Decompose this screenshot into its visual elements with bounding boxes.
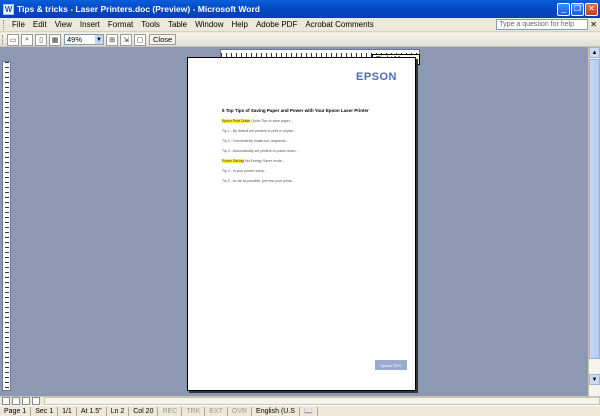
document-workspace: Right Margin EPSON 5 Top Tips of Saving … <box>0 47 600 396</box>
logo-text: EPSON <box>355 71 397 83</box>
doc-paragraph: Tip 1 - By default set printers to print… <box>222 129 400 134</box>
spelling-status-icon[interactable]: 📖 <box>300 406 318 416</box>
window-title: Tips & tricks - Laser Printers.doc (Prev… <box>17 4 260 14</box>
status-line: Ln 2 <box>107 406 130 416</box>
preview-page[interactable]: EPSON 5 Top Tips of Saving Paper and Pow… <box>187 57 416 391</box>
menu-tools[interactable]: Tools <box>137 20 164 29</box>
view-buttons-bar <box>0 396 600 405</box>
view-ruler-icon[interactable]: ⊞ <box>106 33 118 46</box>
minimize-button[interactable]: _ <box>557 2 570 16</box>
menu-table[interactable]: Table <box>164 20 191 29</box>
epson-logo: EPSON <box>356 71 397 83</box>
paragraph-text: Tip 3 - Automatically set printers to po… <box>222 149 299 153</box>
scroll-thumb[interactable] <box>589 59 600 359</box>
maximize-button[interactable]: ❐ <box>571 2 584 16</box>
menu-bar: File Edit View Insert Format Tools Table… <box>0 18 600 32</box>
word-app-icon: W <box>3 3 14 15</box>
page-content: 5 Top Tips of Saving Paper and Power wit… <box>222 108 400 189</box>
zoom-select[interactable]: 49% ▼ <box>64 34 104 45</box>
doc-heading: 5 Top Tips of Saving Paper and Power wit… <box>222 108 369 113</box>
outline-view-icon[interactable] <box>32 397 40 405</box>
doc-paragraph: Power Saving Set Energy Saver mode... <box>222 159 400 164</box>
menu-view[interactable]: View <box>51 20 76 29</box>
chevron-down-icon[interactable]: ▼ <box>95 35 103 44</box>
highlighted-text: Epson Print Driver <box>222 119 251 123</box>
doc-paragraph: Epson Print Driver Quick Tips to save pa… <box>222 119 400 124</box>
doc-paragraph: Tip 2 - Conveniently locate two recipien… <box>222 139 400 144</box>
full-screen-icon[interactable]: ▢ <box>134 33 146 46</box>
paragraph-text: Tip 5 - As far as possible, preview your… <box>222 179 295 183</box>
status-ext[interactable]: EXT <box>205 406 228 416</box>
menu-file[interactable]: File <box>8 20 29 29</box>
scroll-down-icon[interactable]: ▼ <box>589 374 600 385</box>
status-rec[interactable]: REC <box>158 406 183 416</box>
status-at: At 1.5" <box>77 406 107 416</box>
status-bar: Page 1 Sec 1 1/1 At 1.5" Ln 2 Col 20 REC… <box>0 405 600 416</box>
doc-paragraph: Tip 4 - In your printer setup... <box>222 169 400 174</box>
status-page: Page 1 <box>0 406 32 416</box>
print-layout-icon[interactable] <box>22 397 30 405</box>
shrink-to-fit-icon[interactable]: ⇲ <box>120 33 132 46</box>
print-icon[interactable]: ▭ <box>7 33 19 46</box>
doc-paragraph: Tip 3 - Automatically set printers to po… <box>222 149 400 154</box>
status-ovr[interactable]: OVR <box>228 406 253 416</box>
paragraph-text: Tip 2 - Conveniently locate two recipien… <box>222 139 289 143</box>
paragraph-text: Set Energy Saver mode... <box>243 159 285 163</box>
paragraph-text: Quick Tips to save paper... <box>250 119 293 123</box>
help-search-input[interactable]: Type a question for help <box>496 19 589 30</box>
window-controls: _ ❐ ✕ <box>557 2 598 16</box>
menu-edit[interactable]: Edit <box>29 20 51 29</box>
highlighted-text: Power Saving <box>222 159 244 163</box>
vertical-ruler[interactable] <box>2 61 11 391</box>
vertical-scrollbar[interactable]: ▲ ▼ <box>588 47 600 396</box>
menu-window[interactable]: Window <box>191 20 227 29</box>
print-preview-toolbar: ▭ ⌕ ▯ ▦ 49% ▼ ⊞ ⇲ ▢ Close <box>0 33 600 47</box>
paragraph-text: Tip 1 - By default set printers to print… <box>222 129 297 133</box>
web-layout-icon[interactable] <box>12 397 20 405</box>
doc-paragraph: Tip 5 - As far as possible, preview your… <box>222 179 400 184</box>
toolbar-grip <box>2 34 5 45</box>
menu-acrobat-comments[interactable]: Acrobat Comments <box>301 20 377 29</box>
title-bar: W Tips & tricks - Laser Printers.doc (Pr… <box>0 0 600 18</box>
status-page-count: 1/1 <box>58 406 77 416</box>
menu-format[interactable]: Format <box>104 20 137 29</box>
status-section: Sec 1 <box>31 406 59 416</box>
page-footer-tag: Epson TIPS <box>375 360 407 370</box>
multiple-pages-icon[interactable]: ▦ <box>49 33 61 46</box>
paragraph-text: Tip 4 - In your printer setup... <box>222 169 267 173</box>
status-trk[interactable]: TRK <box>182 406 206 416</box>
zoom-value: 49% <box>67 35 83 44</box>
magnifier-icon[interactable]: ⌕ <box>21 33 33 46</box>
close-preview-button[interactable]: Close <box>149 34 177 45</box>
menu-grip <box>3 19 6 30</box>
close-window-button[interactable]: ✕ <box>585 2 598 16</box>
normal-view-icon[interactable] <box>2 397 10 405</box>
vruler-ticks <box>5 62 9 390</box>
menu-adobe-pdf[interactable]: Adobe PDF <box>252 20 301 29</box>
status-language: English (U.S <box>252 406 300 416</box>
menu-help[interactable]: Help <box>228 20 252 29</box>
status-column: Col 20 <box>129 406 159 416</box>
one-page-icon[interactable]: ▯ <box>35 33 47 46</box>
horizontal-scrollbar[interactable] <box>44 397 600 405</box>
close-document-icon[interactable]: ✕ <box>590 20 597 29</box>
menu-insert[interactable]: Insert <box>76 20 104 29</box>
scroll-up-icon[interactable]: ▲ <box>589 47 600 58</box>
